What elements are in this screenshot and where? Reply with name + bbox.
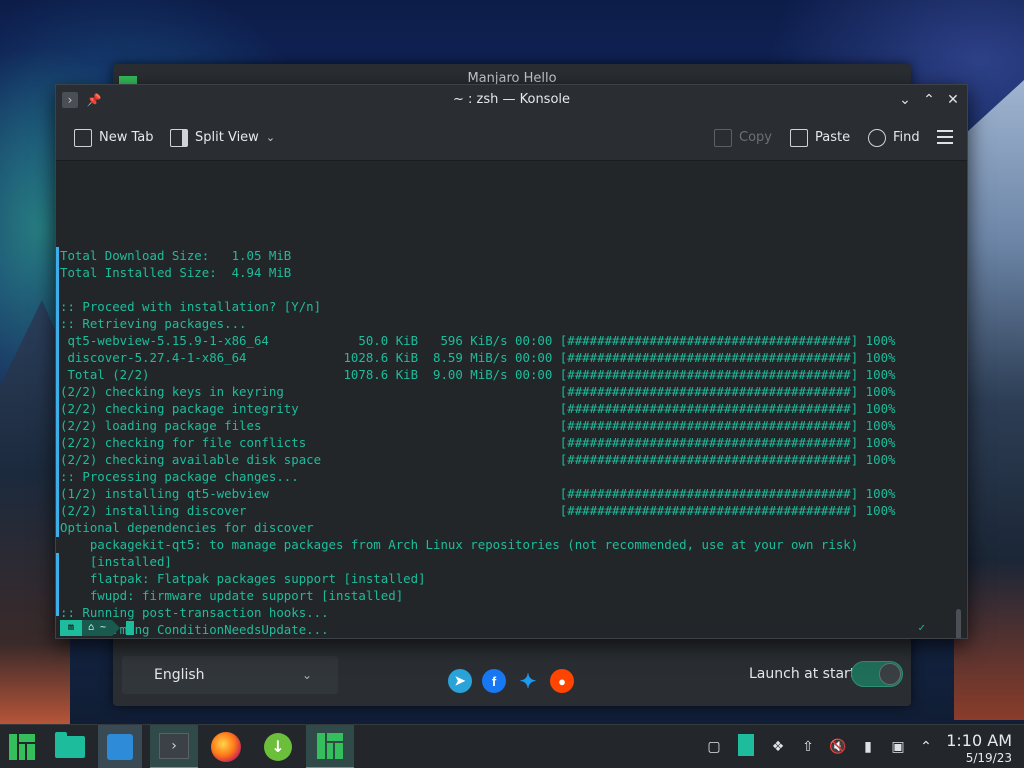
manjaro-menu-icon [9, 734, 35, 760]
volume-muted-icon[interactable]: 🔇 [828, 737, 848, 757]
konsole-app-icon[interactable]: › [62, 92, 78, 108]
digital-clock[interactable]: 1:10 AM 5/19/23 [946, 731, 1012, 765]
konsole-titlebar[interactable]: › 📌 ~ : zsh — Konsole ⌄ ⌃ ✕ [56, 85, 967, 115]
terminal-line: Total (2/2) 1078.6 KiB 9.00 MiB/s 00:00 … [60, 367, 896, 382]
terminal-line: packagekit-qt5: to manage packages from … [60, 537, 859, 552]
telegram-icon[interactable]: ➤ [448, 669, 472, 693]
taskbar: › ↓ ▢ ❖ ⇧ 🔇 ▮ ▣ ⌃ 1:10 AM 5/19/23 [0, 724, 1024, 768]
terminal-line: [installed] [60, 554, 172, 569]
terminal-scrollbar[interactable] [956, 609, 961, 638]
manjaro-prompt-icon: m [60, 620, 82, 636]
new-tab-icon [74, 129, 92, 147]
terminal-line: (2/2) checking package integrity [######… [60, 401, 896, 416]
paste-label: Paste [815, 130, 851, 145]
output-marker [56, 553, 59, 616]
updates-icon[interactable]: ⇧ [798, 737, 818, 757]
terminal-lines: Total Download Size: 1.05 MiB Total Insta… [60, 247, 967, 638]
text-cursor [126, 621, 135, 635]
clipboard-icon[interactable]: ▢ [704, 737, 724, 757]
find-label: Find [893, 130, 920, 145]
maximize-button[interactable]: ⌃ [919, 90, 939, 110]
new-tab-button[interactable]: New Tab [74, 127, 154, 149]
removable-device-icon[interactable]: ▮ [858, 737, 878, 757]
terminal-line: Optional dependencies for discover [60, 520, 314, 535]
status-check-icon: ✓ [918, 621, 925, 634]
terminal-line: flatpak: Flatpak packages support [insta… [60, 571, 426, 586]
social-links: ➤ f ✦ ● [448, 669, 574, 693]
terminal-line: Total Installed Size: 4.94 MiB [60, 265, 292, 280]
software-store-icon [107, 734, 133, 760]
language-select-value: English [154, 667, 205, 683]
toggle-knob [879, 663, 901, 685]
clock-date: 5/19/23 [965, 751, 1012, 765]
launch-at-start-label: Launch at start [749, 666, 856, 682]
launch-at-start-toggle[interactable] [851, 661, 903, 687]
konsole-window[interactable]: › 📌 ~ : zsh — Konsole ⌄ ⌃ ✕ New Tab Spli… [55, 84, 968, 639]
terminal-line: fwupd: firmware update support [installe… [60, 588, 404, 603]
window-title: ~ : zsh — Konsole [452, 92, 571, 107]
taskbar-downloader[interactable]: ↓ [256, 725, 300, 768]
split-view-button[interactable]: Split View ⌄ [170, 127, 275, 149]
split-view-icon [170, 129, 188, 147]
firefox-icon [211, 732, 241, 762]
clock-time: 1:10 AM [946, 731, 1012, 750]
terminal-line: (1/4) Arming ConditionNeedsUpdate... [60, 622, 329, 637]
application-menu-button[interactable] [0, 725, 44, 768]
manjaro-hello-icon [317, 733, 343, 759]
menu-icon[interactable] [937, 130, 953, 144]
paste-icon [790, 129, 808, 147]
network-icon[interactable]: ▣ [888, 737, 908, 757]
search-icon [868, 129, 886, 147]
chevron-down-icon: ⌄ [265, 131, 276, 144]
terminal-line: qt5-webview-5.15.9-1-x86_64 50.0 KiB 596… [60, 333, 896, 348]
copy-button[interactable]: Copy [714, 127, 772, 149]
taskbar-software-store[interactable] [98, 725, 142, 768]
terminal-line: :: Processing package changes... [60, 469, 299, 484]
language-select[interactable]: English ⌄ [122, 656, 338, 694]
terminal-line: :: Running post-transaction hooks... [60, 605, 329, 620]
find-button[interactable]: Find [868, 127, 920, 149]
terminal-line: :: Retrieving packages... [60, 316, 247, 331]
file-manager-icon [55, 732, 85, 758]
copy-icon [714, 129, 732, 147]
show-hidden-icons-chevron-up-icon[interactable]: ⌃ [916, 737, 936, 757]
reddit-icon[interactable]: ● [550, 669, 574, 693]
terminal-line: (2/2) installing discover [#############… [60, 503, 896, 518]
facebook-icon[interactable]: f [482, 669, 506, 693]
terminal-output[interactable]: Total Download Size: 1.05 MiB Total Insta… [56, 161, 967, 638]
update-manager-icon[interactable] [738, 734, 754, 756]
prompt-arrow [112, 620, 121, 636]
downloader-icon: ↓ [264, 733, 292, 761]
output-marker [56, 247, 59, 537]
konsole-toolbar: New Tab Split View ⌄ Copy Paste Find [56, 115, 967, 161]
split-view-label: Split View [195, 130, 259, 145]
copy-label: Copy [739, 130, 772, 145]
taskbar-manjaro-hello[interactable] [306, 725, 354, 768]
chevron-down-icon: ⌄ [301, 668, 312, 682]
terminal-line: (2/2) checking for file conflicts [#####… [60, 435, 896, 450]
pin-icon[interactable]: 📌 [86, 92, 102, 108]
taskbar-konsole[interactable]: › [150, 725, 198, 768]
new-tab-label: New Tab [99, 130, 154, 145]
terminal-line: (1/2) installing qt5-webview [##########… [60, 486, 896, 501]
terminal-line: :: Proceed with installation? [Y/n] [60, 299, 322, 314]
kde-connect-icon[interactable]: ❖ [768, 737, 788, 757]
close-button[interactable]: ✕ [943, 90, 963, 110]
terminal-line: (2/2) checking available disk space [###… [60, 452, 896, 467]
paste-button[interactable]: Paste [790, 127, 850, 149]
terminal-line: Total Download Size: 1.05 MiB [60, 248, 292, 263]
terminal-line: (2/2) loading package files [###########… [60, 418, 896, 433]
prompt-directory: ⌂ ~ [82, 620, 113, 636]
terminal-line: discover-5.27.4-1-x86_64 1028.6 KiB 8.59… [60, 350, 896, 365]
taskbar-file-manager[interactable] [48, 725, 92, 768]
terminal-line: (2/2) checking keys in keyring [########… [60, 384, 896, 399]
taskbar-firefox[interactable] [204, 725, 248, 768]
twitter-icon[interactable]: ✦ [516, 669, 540, 693]
shell-prompt: m ⌂ ~ [60, 620, 135, 636]
minimize-button[interactable]: ⌄ [895, 90, 915, 110]
konsole-icon: › [159, 733, 189, 759]
